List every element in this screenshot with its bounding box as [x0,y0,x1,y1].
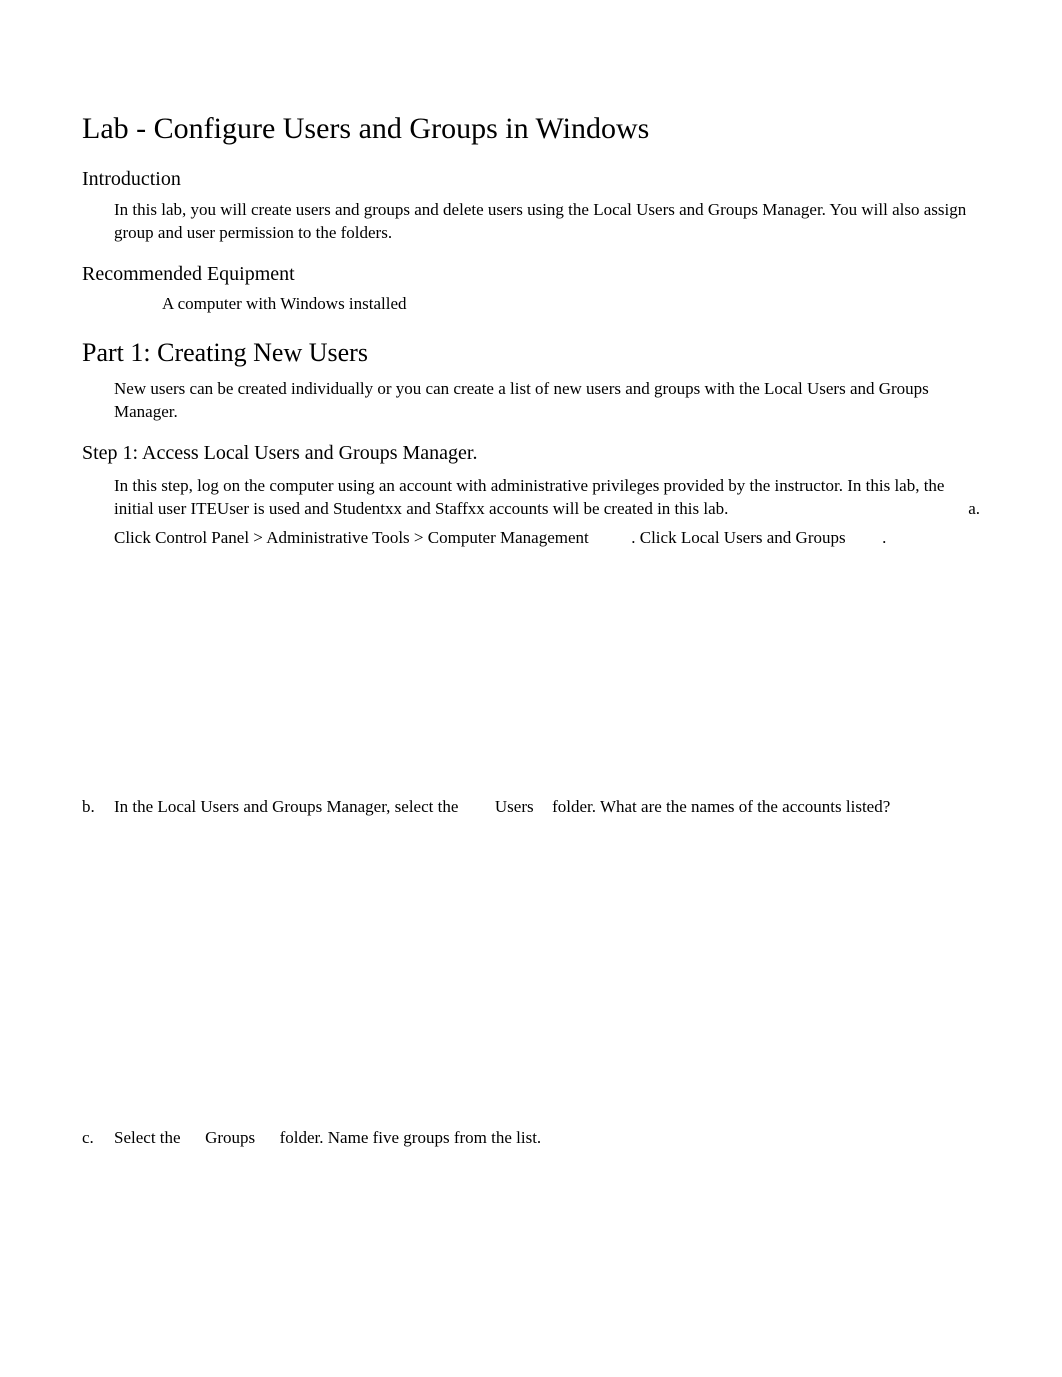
step1-c-suffix: folder. Name five groups from the list. [280,1128,542,1147]
equipment-item: A computer with Windows installed [162,294,980,314]
introduction-text: In this lab, you will create users and g… [114,199,980,245]
step1-prefix-text: In this step, log on the computer using … [114,476,944,518]
bullet-icon [114,294,162,314]
step1-b-folder: Users [495,797,534,816]
step1-b-row: b. In the Local Users and Groups Manager… [82,796,980,819]
step1-b-suffix: folder. What are the names of the accoun… [552,797,890,816]
step1-b-prefix: In the Local Users and Groups Manager, s… [114,797,458,816]
equipment-heading: Recommended Equipment [82,263,980,286]
step1-paragraph: In this step, log on the computer using … [114,475,980,521]
step1-a-marker: a. [968,498,980,521]
step1-a-content: Click Control Panel > Administrative Too… [114,527,980,550]
step1-b-marker: b. [82,796,114,819]
step1-c-marker: c. [82,1127,114,1150]
step1-a-path: Control Panel > Administrative Tools > C… [155,528,589,547]
step1-c-folder: Groups [205,1128,255,1147]
step1-a-target: Local Users and Groups [681,528,846,547]
equipment-bullet: A computer with Windows installed [114,294,980,314]
lab-title: Lab - Configure Users and Groups in Wind… [82,112,980,146]
step1-c-row: c. Select the Groups folder. Name five g… [82,1127,980,1150]
part1-intro: New users can be created individually or… [114,378,980,424]
introduction-heading: Introduction [82,168,980,191]
part1-heading: Part 1: Creating New Users [82,338,980,368]
step1-a-mid: . Click [631,528,676,547]
step1-c-content: Select the Groups folder. Name five grou… [114,1127,980,1150]
step1-a-end: . [882,528,886,547]
step1-b-content: In the Local Users and Groups Manager, s… [114,796,980,819]
step1-a-click: Click [114,528,151,547]
step1-heading: Step 1: Access Local Users and Groups Ma… [82,442,980,465]
step1-c-prefix: Select the [114,1128,181,1147]
